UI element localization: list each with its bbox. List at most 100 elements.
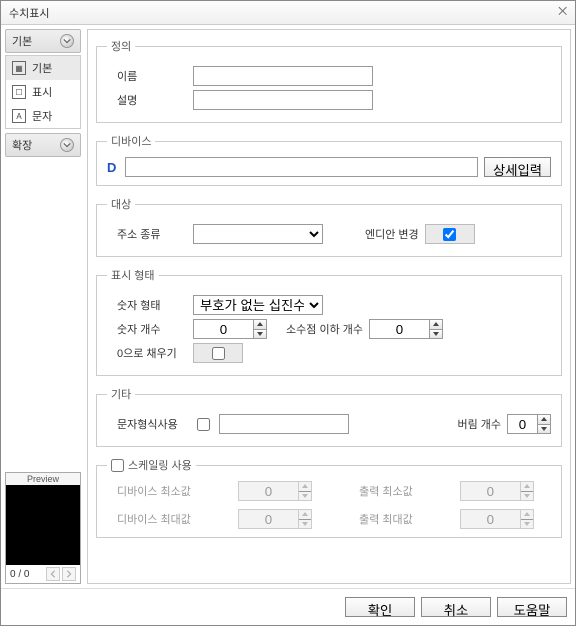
endian-label: 엔디안 변경 xyxy=(365,226,419,242)
next-icon[interactable] xyxy=(62,567,76,581)
ok-button[interactable]: 확인 xyxy=(345,597,415,617)
sidebar-item-basic[interactable]: ▦ 기본 xyxy=(6,56,80,80)
up-arrow-icon xyxy=(521,510,533,520)
sidebar-item-text[interactable]: A 문자 xyxy=(6,104,80,128)
desc-label: 설명 xyxy=(107,92,187,108)
sidebar-item-label: 문자 xyxy=(32,108,52,124)
preview-footer: 0 / 0 xyxy=(6,565,80,583)
sidebar-item-display[interactable]: ☐ 표시 xyxy=(6,80,80,104)
dialog-footer: 확인 취소 도움말 xyxy=(1,588,575,625)
legend-target: 대상 xyxy=(107,196,135,212)
content-panel: 정의 이름 설명 디바이스 D 상세입력 대상 xyxy=(87,29,571,584)
preview-canvas xyxy=(6,485,80,565)
up-arrow-icon[interactable] xyxy=(430,320,442,330)
nav-list: ▦ 기본 ☐ 표시 A 문자 xyxy=(5,55,81,129)
up-arrow-icon[interactable] xyxy=(538,415,550,425)
numtype-select[interactable]: 부호가 없는 십진수 xyxy=(193,295,323,315)
down-arrow-icon xyxy=(299,492,311,501)
name-input[interactable] xyxy=(193,66,373,86)
dev-max-stepper xyxy=(238,509,329,529)
sidebar-item-label: 표시 xyxy=(32,84,52,100)
prev-icon[interactable] xyxy=(46,567,60,581)
legend-device: 디바이스 xyxy=(107,133,155,149)
down-arrow-icon xyxy=(521,520,533,529)
preview-counter: 0 / 0 xyxy=(10,569,29,580)
zerofill-checkbox-bg xyxy=(193,343,243,363)
device-detail-button[interactable]: 상세입력 xyxy=(484,157,551,177)
chevron-down-icon xyxy=(60,34,74,48)
legend-format: 표시 형태 xyxy=(107,267,159,283)
group-scaling: 스케일링 사용 디바이스 최소값 출력 최소값 디바이스 최대값 xyxy=(96,457,562,538)
dev-min-label: 디바이스 최소값 xyxy=(117,483,208,499)
chevron-down-icon xyxy=(60,138,74,152)
category-extend-header[interactable]: 확장 xyxy=(5,133,81,157)
legend-scaling: 스케일링 사용 xyxy=(107,457,196,473)
endian-checkbox[interactable] xyxy=(443,228,456,241)
category-basic-label: 기본 xyxy=(12,33,32,49)
decimals-input[interactable] xyxy=(369,319,429,339)
out-max-stepper xyxy=(460,509,551,529)
cancel-button[interactable]: 취소 xyxy=(421,597,491,617)
category-basic-header[interactable]: 기본 xyxy=(5,29,81,53)
help-button[interactable]: 도움말 xyxy=(497,597,567,617)
device-input[interactable] xyxy=(125,157,478,177)
zerofill-checkbox[interactable] xyxy=(212,347,225,360)
preview-panel: Preview 0 / 0 xyxy=(5,472,81,584)
grid-icon: ▦ xyxy=(12,61,26,75)
group-format: 표시 형태 숫자 형태 부호가 없는 십진수 숫자 개수 xyxy=(96,267,562,376)
page-icon: ☐ xyxy=(12,85,26,99)
out-min-stepper xyxy=(460,481,551,501)
down-arrow-icon[interactable] xyxy=(254,330,266,339)
decimals-stepper[interactable] xyxy=(369,319,443,339)
scaling-enable-checkbox[interactable] xyxy=(111,459,124,472)
group-definition: 정의 이름 설명 xyxy=(96,38,562,123)
group-target: 대상 주소 종류 엔디안 변경 xyxy=(96,196,562,257)
down-arrow-icon[interactable] xyxy=(430,330,442,339)
sidebar: 기본 ▦ 기본 ☐ 표시 A 문자 확장 xyxy=(5,29,81,584)
down-arrow-icon xyxy=(299,520,311,529)
trim-label: 버림 개수 xyxy=(457,416,501,432)
up-arrow-icon xyxy=(299,510,311,520)
legend-etc: 기타 xyxy=(107,386,135,402)
usefmt-label: 문자형식사용 xyxy=(107,416,187,432)
up-arrow-icon xyxy=(521,482,533,492)
dialog-window: 수치표시 ⨉ 기본 ▦ 기본 ☐ 표시 A xyxy=(0,0,576,626)
close-icon[interactable]: ⨉ xyxy=(558,6,567,19)
decimals-label: 소수점 이하 개수 xyxy=(273,321,363,337)
numtype-label: 숫자 형태 xyxy=(107,297,187,313)
endian-checkbox-bg xyxy=(425,224,475,244)
name-label: 이름 xyxy=(107,68,187,84)
sidebar-item-label: 기본 xyxy=(32,60,52,76)
dev-min-stepper xyxy=(238,481,329,501)
category-extend-label: 확장 xyxy=(12,137,32,153)
trim-input[interactable] xyxy=(507,414,537,434)
zerofill-label: 0으로 채우기 xyxy=(107,345,187,361)
digits-input[interactable] xyxy=(193,319,253,339)
down-arrow-icon[interactable] xyxy=(538,425,550,434)
digits-label: 숫자 개수 xyxy=(107,321,187,337)
out-max-input xyxy=(460,509,520,529)
desc-input[interactable] xyxy=(193,90,373,110)
group-etc: 기타 문자형식사용 버림 개수 xyxy=(96,386,562,447)
trim-stepper[interactable] xyxy=(507,414,551,434)
preview-label: Preview xyxy=(6,473,80,485)
group-device: 디바이스 D 상세입력 xyxy=(96,133,562,186)
legend-definition: 정의 xyxy=(107,38,135,54)
dev-max-label: 디바이스 최대값 xyxy=(117,511,208,527)
device-prefix: D xyxy=(107,160,119,175)
usefmt-checkbox[interactable] xyxy=(197,418,210,431)
up-arrow-icon[interactable] xyxy=(254,320,266,330)
out-min-label: 출력 최소값 xyxy=(359,483,430,499)
out-max-label: 출력 최대값 xyxy=(359,511,430,527)
dev-max-input xyxy=(238,509,298,529)
scaling-enable-label: 스케일링 사용 xyxy=(128,457,192,473)
down-arrow-icon xyxy=(521,492,533,501)
window-title: 수치표시 xyxy=(9,5,49,21)
fmt-input[interactable] xyxy=(219,414,349,434)
addr-type-select[interactable] xyxy=(193,224,323,244)
dev-min-input xyxy=(238,481,298,501)
addr-type-label: 주소 종류 xyxy=(107,226,187,242)
titlebar: 수치표시 ⨉ xyxy=(1,1,575,25)
text-icon: A xyxy=(12,109,26,123)
digits-stepper[interactable] xyxy=(193,319,267,339)
